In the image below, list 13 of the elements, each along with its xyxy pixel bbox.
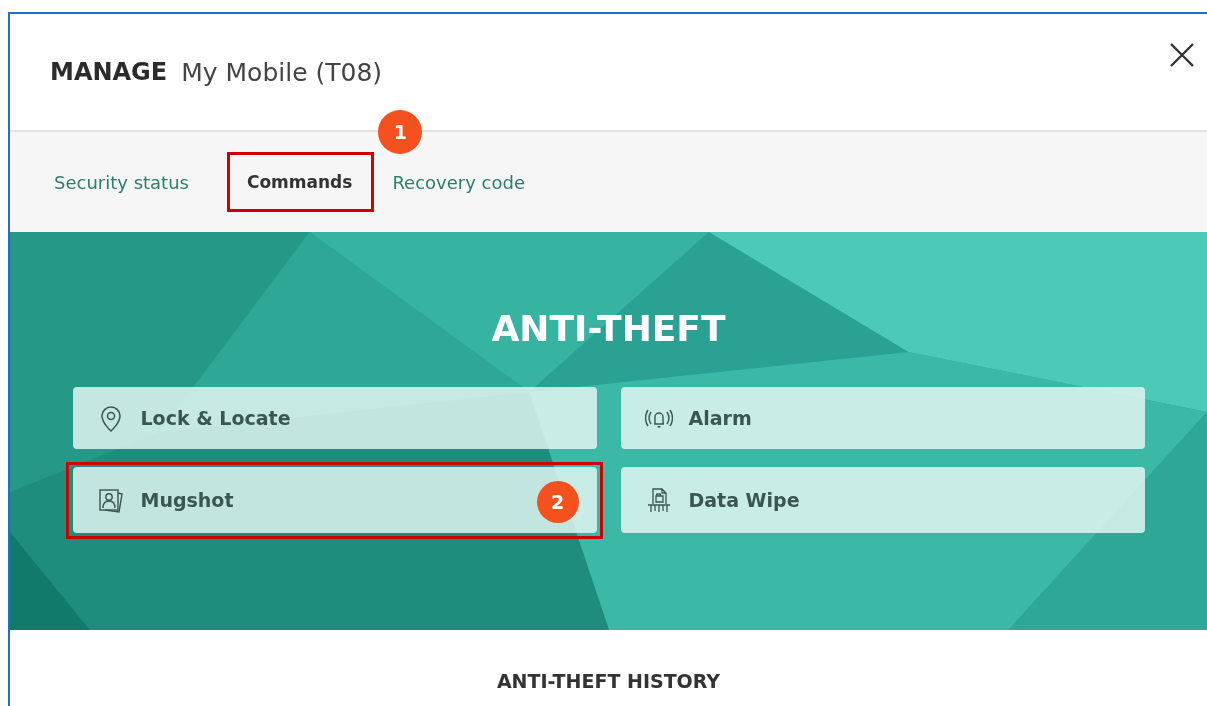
- section-title: ANTI-THEFT HISTORY: [496, 670, 721, 694]
- command-button[interactable]: Lock & Locate: [72, 387, 597, 449]
- device-name: My Mobile (T08): [181, 57, 383, 87]
- section-title: ANTI-THEFT: [491, 308, 726, 349]
- dialog-title: MANAGE: [50, 58, 168, 86]
- step-badge: 1: [378, 110, 423, 154]
- close-icon[interactable]: [1169, 42, 1195, 68]
- command-button[interactable]: Alarm: [620, 387, 1145, 449]
- tab[interactable]: Recovery code: [388, 157, 529, 207]
- command-button[interactable]: Data Wipe: [620, 467, 1145, 533]
- tab[interactable]: Commands: [242, 158, 357, 206]
- tab[interactable]: Security status: [50, 157, 193, 207]
- photo-stack-icon: [96, 486, 125, 514]
